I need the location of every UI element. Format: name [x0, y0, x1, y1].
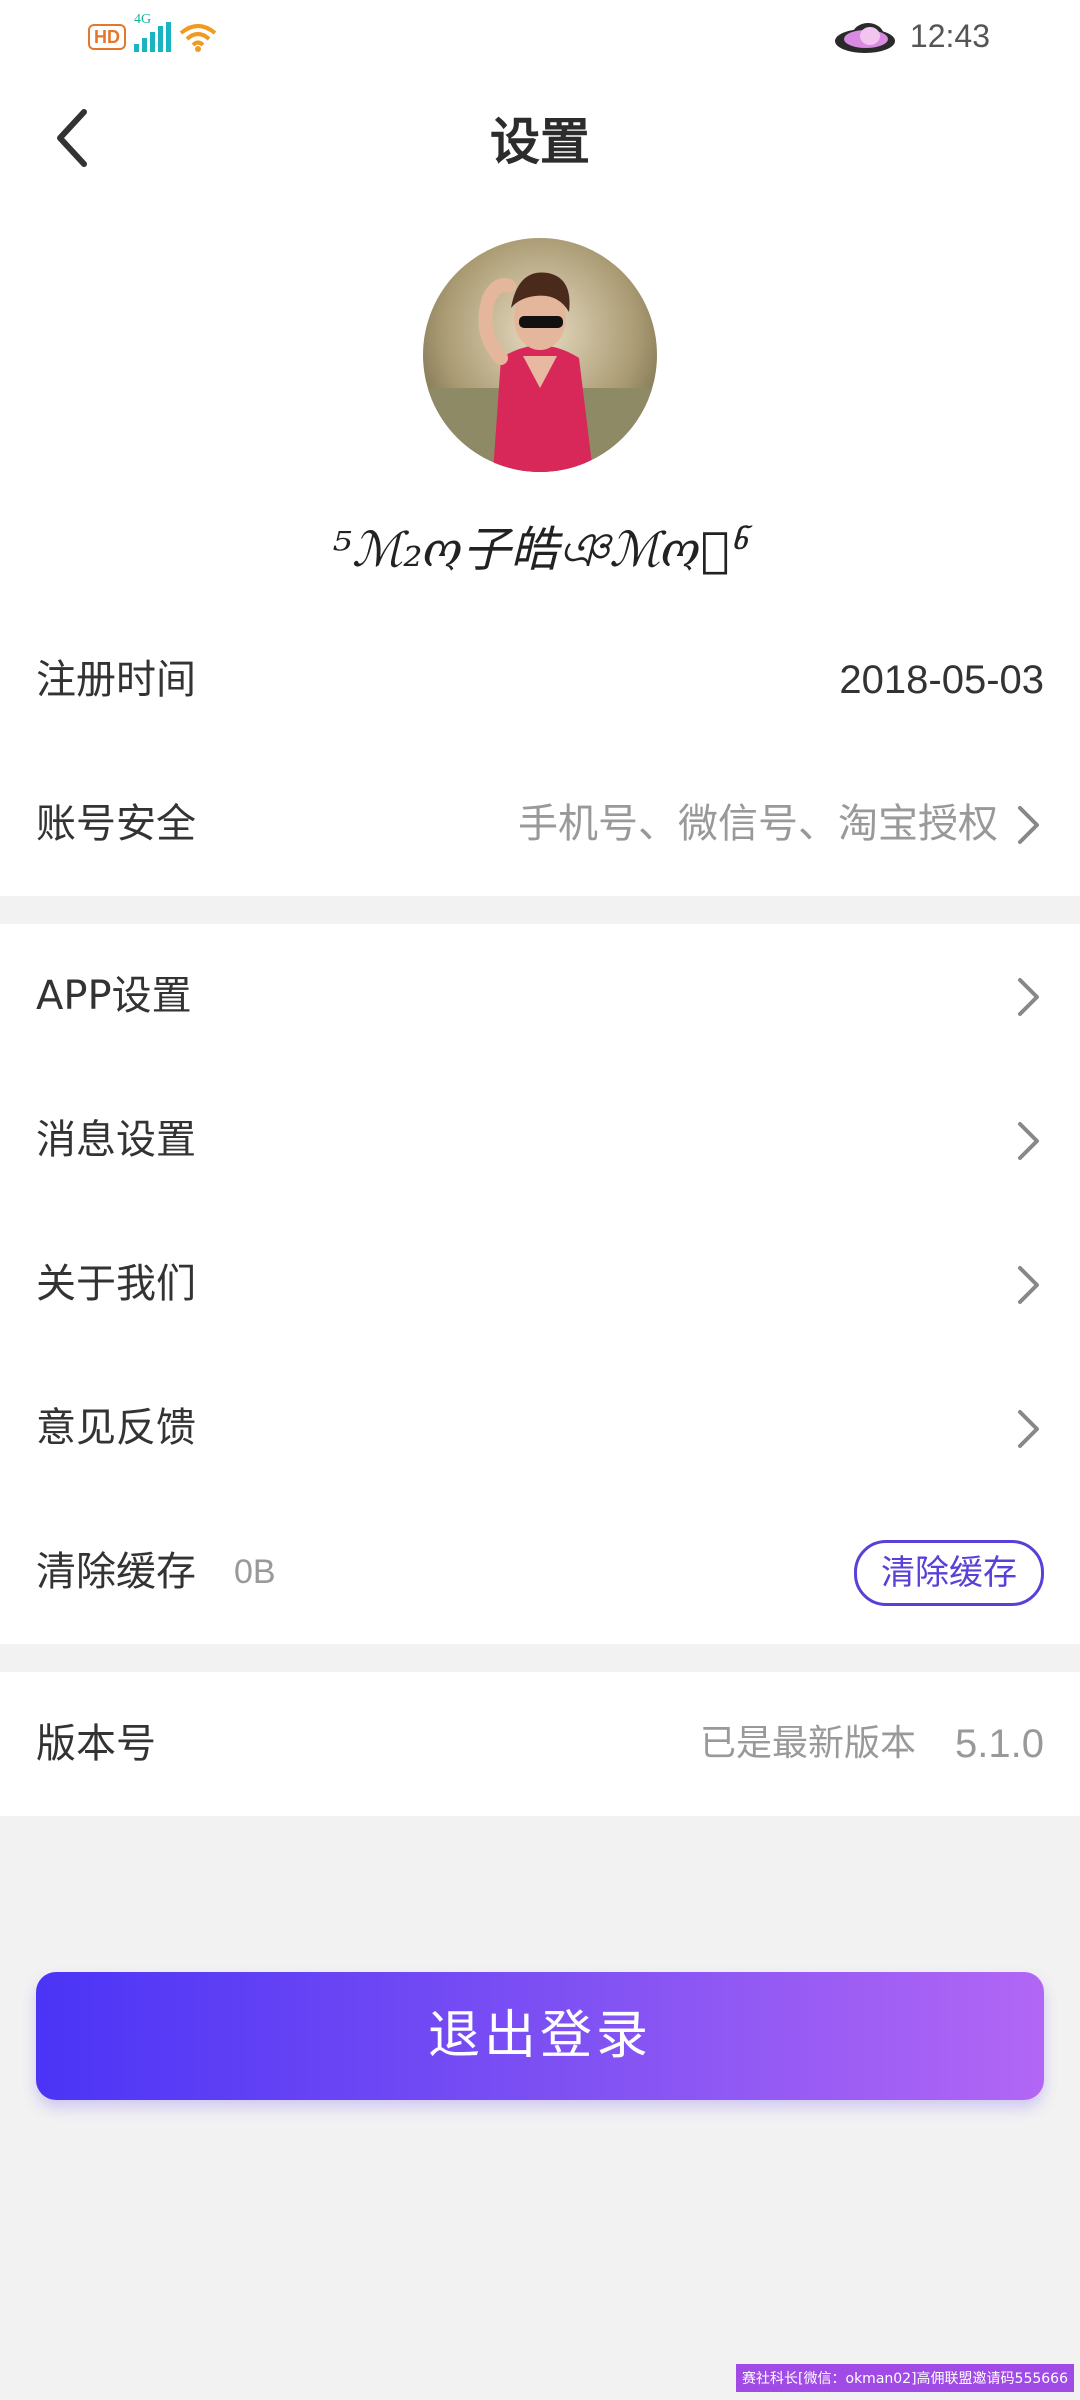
- clear-cache-label: 清除缓存: [36, 1549, 196, 1595]
- clear-cache-button[interactable]: 清除缓存: [854, 1540, 1044, 1606]
- app-settings-label: APP设置: [36, 973, 192, 1019]
- app-settings-row[interactable]: APP设置: [0, 924, 1080, 1068]
- wifi-icon: [179, 24, 217, 52]
- status-left: HD 4G: [88, 12, 217, 52]
- cloud-icon: [834, 22, 895, 53]
- chevron-right-icon: [1018, 1266, 1039, 1304]
- about-us-row[interactable]: 关于我们: [0, 1212, 1080, 1356]
- nickname: ⁵ℳ₂ო子皓ঞℳო⃒ჼ: [332, 522, 748, 578]
- about-us-label: 关于我们: [36, 1261, 196, 1307]
- avatar-image: [423, 238, 657, 472]
- chevron-right-icon: [1018, 1410, 1039, 1448]
- feedback-row[interactable]: 意见反馈: [0, 1356, 1080, 1500]
- cache-size: 0B: [234, 1553, 276, 1591]
- feedback-label: 意见反馈: [36, 1405, 196, 1451]
- version-row: 版本号 已是最新版本 5.1.0: [0, 1672, 1080, 1816]
- version-label: 版本号: [36, 1721, 156, 1767]
- register-time-value: 2018-05-03: [839, 658, 1044, 702]
- watermark: 赛社科长[微信：okman02]高佣联盟邀请码555666: [736, 2364, 1074, 2392]
- status-right: 12:43: [832, 18, 990, 55]
- version-status: 已是最新版本: [699, 1723, 916, 1764]
- status-bar: HD 4G 12:43: [0, 0, 1080, 80]
- register-time-label: 注册时间: [36, 657, 196, 703]
- navigation-bar: 设置: [0, 80, 1080, 200]
- avatar[interactable]: [423, 238, 657, 472]
- hd-icon: HD: [88, 24, 126, 50]
- section-divider: [0, 896, 1080, 924]
- register-time-row: 注册时间 2018-05-03: [0, 608, 1080, 752]
- clock: 12:43: [909, 18, 990, 54]
- page-title: 设置: [490, 113, 590, 171]
- logout-button[interactable]: 退出登录: [36, 1972, 1044, 2100]
- account-security-label: 账号安全: [36, 801, 196, 847]
- section-divider: [0, 1644, 1080, 1672]
- message-settings-row[interactable]: 消息设置: [0, 1068, 1080, 1212]
- chevron-right-icon: [1018, 978, 1039, 1016]
- version-number: 5.1.0: [955, 1722, 1044, 1766]
- account-security-row[interactable]: 账号安全 手机号、微信号、淘宝授权: [0, 752, 1080, 896]
- chevron-right-icon: [1018, 1122, 1039, 1160]
- signal-icon: 4G: [134, 12, 171, 52]
- chevron-right-icon: [1018, 806, 1039, 844]
- clear-cache-row: 清除缓存 0B 清除缓存: [0, 1500, 1080, 1644]
- message-settings-label: 消息设置: [36, 1117, 196, 1163]
- account-security-value: 手机号、微信号、淘宝授权: [518, 801, 998, 847]
- network-type: 4G: [134, 12, 152, 27]
- header-section: HD 4G 12:43 设置 ⁵ℳ₂ო子皓ঞℳო⃒ჼ: [0, 0, 1080, 608]
